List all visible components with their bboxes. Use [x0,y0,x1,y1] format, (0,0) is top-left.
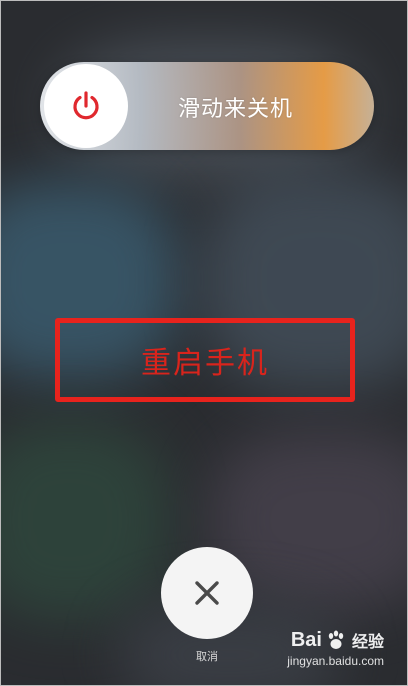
power-off-knob[interactable] [44,64,128,148]
cancel-label: 取消 [196,650,218,663]
cancel-button[interactable] [161,547,253,639]
watermark-brand: Bai [290,628,322,651]
close-icon [195,581,219,605]
watermark-url: jingyan.baidu.com [287,654,384,668]
baidu-jingyan-watermark: Bai 经验 jingyan.baidu.com [287,628,384,669]
baidu-paw-icon [328,630,344,649]
power-off-screen: 滑动来关机 重启手机 取消 Bai 经验 jingyan.baidu.com [0,0,408,686]
annotation-box: 重启手机 [55,318,355,402]
annotation-text: 重启手机 [141,346,269,381]
slide-to-power-off-slider[interactable]: 滑动来关机 [40,62,374,150]
watermark-brand-suffix: 经验 [351,634,384,651]
slider-label: 滑动来关机 [178,97,294,122]
power-icon [73,91,99,120]
blurred-background [0,420,170,620]
